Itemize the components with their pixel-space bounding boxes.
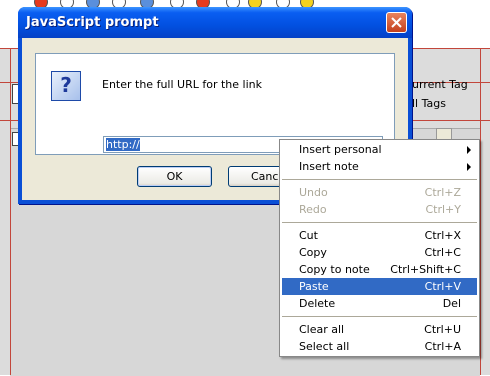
menu-item-label: Select all [299, 340, 350, 353]
menu-item-label: Copy [299, 246, 327, 259]
menu-item-shortcut: Ctrl+U [424, 323, 461, 336]
current-tag-label[interactable]: urrent Tag [412, 78, 468, 91]
menu-item-insert-note[interactable]: Insert note [282, 158, 477, 175]
menu-separator [282, 179, 477, 180]
divider-line [480, 48, 481, 375]
cancel-button[interactable]: Cancel [228, 166, 286, 187]
menu-item-redo[interactable]: Redo Ctrl+Y [282, 201, 477, 218]
menu-item-shortcut: Ctrl+Shift+C [390, 263, 461, 276]
menu-item-label: Undo [299, 186, 328, 199]
menu-item-label: Clear all [299, 323, 345, 336]
menu-separator [282, 316, 477, 317]
context-menu: Insert personal Insert note Undo Ctrl+Z … [279, 139, 480, 357]
menu-item-label: Insert note [299, 160, 359, 173]
menu-item-label: Redo [299, 203, 327, 216]
menu-item-shortcut: Del [442, 297, 461, 310]
menu-item-insert-personal[interactable]: Insert personal [282, 141, 477, 158]
menu-item-cut[interactable]: Cut Ctrl+X [282, 227, 477, 244]
menu-item-shortcut: Ctrl+V [424, 280, 461, 293]
question-icon: ? [51, 71, 81, 101]
menu-item-copy[interactable]: Copy Ctrl+C [282, 244, 477, 261]
submenu-arrow-icon [467, 146, 471, 154]
url-input-value: http:// [106, 138, 140, 151]
all-tags-label[interactable]: ll Tags [412, 97, 446, 110]
menu-item-shortcut: Ctrl+C [424, 246, 461, 259]
prompt-message: Enter the full URL for the link [102, 78, 262, 91]
divider-line [10, 48, 11, 375]
menu-item-label: Copy to note [299, 263, 370, 276]
menu-item-shortcut: Ctrl+Y [425, 203, 461, 216]
dialog-titlebar[interactable]: JavaScript prompt [18, 7, 412, 38]
menu-item-undo[interactable]: Undo Ctrl+Z [282, 184, 477, 201]
menu-item-clear-all[interactable]: Clear all Ctrl+U [282, 321, 477, 338]
ok-button[interactable]: OK [137, 166, 212, 187]
menu-item-shortcut: Ctrl+A [424, 340, 461, 353]
menu-item-select-all[interactable]: Select all Ctrl+A [282, 338, 477, 355]
close-icon [391, 17, 402, 28]
menu-item-label: Insert personal [299, 143, 382, 156]
menu-item-paste[interactable]: Paste Ctrl+V [282, 278, 477, 295]
menu-item-label: Delete [299, 297, 336, 310]
submenu-arrow-icon [467, 163, 471, 171]
dialog-title: JavaScript prompt [26, 15, 159, 30]
menu-item-label: Cut [299, 229, 318, 242]
menu-separator [282, 222, 477, 223]
menu-item-copy-to-note[interactable]: Copy to note Ctrl+Shift+C [282, 261, 477, 278]
close-button[interactable] [386, 12, 407, 33]
menu-item-label: Paste [299, 280, 329, 293]
menu-item-shortcut: Ctrl+Z [424, 186, 461, 199]
menu-item-delete[interactable]: Delete Del [282, 295, 477, 312]
menu-item-shortcut: Ctrl+X [424, 229, 461, 242]
